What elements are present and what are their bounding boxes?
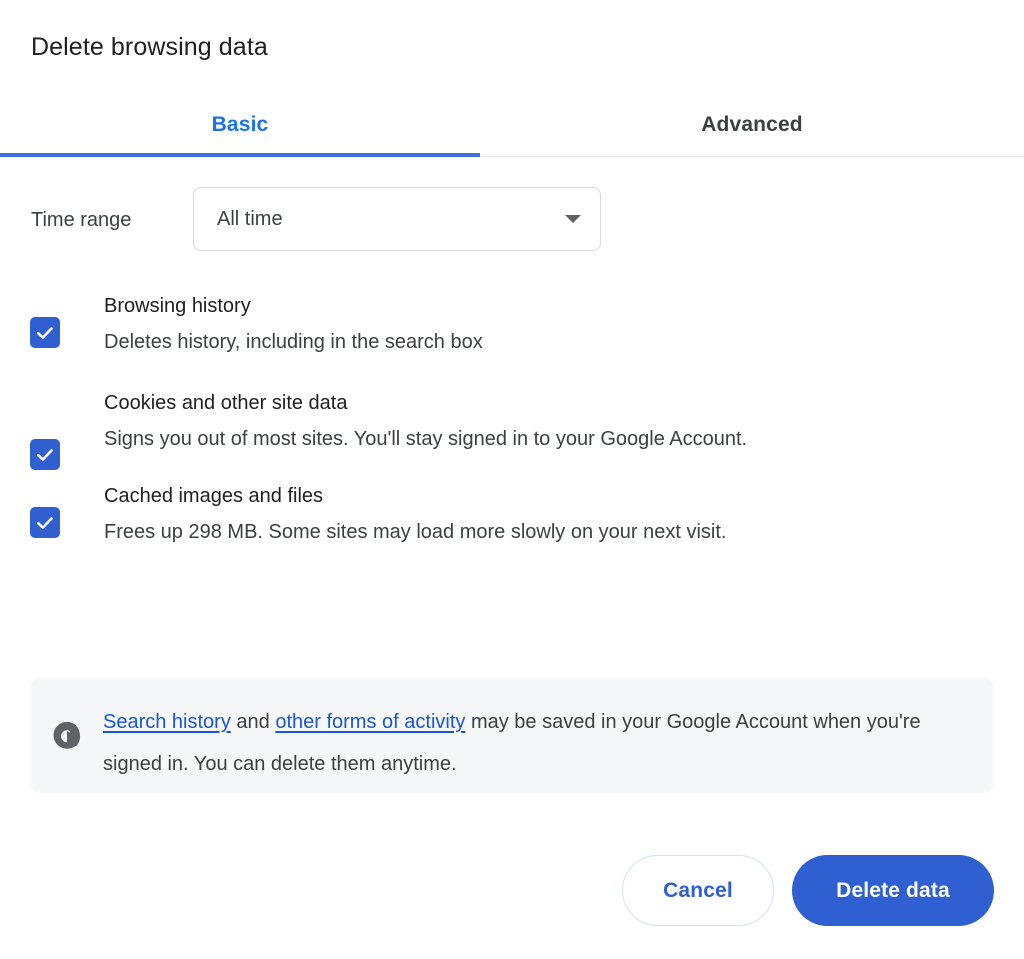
option-description: Frees up 298 MB. Some sites may load mor…	[104, 512, 964, 553]
time-range-row: Time range All time	[31, 187, 601, 252]
option-title: Browsing history	[104, 290, 994, 322]
page-title: Delete browsing data	[31, 30, 268, 64]
dialog-footer: Cancel Delete data	[0, 855, 1024, 935]
time-range-select[interactable]: All time	[193, 187, 601, 251]
option-description: Signs you out of most sites. You'll stay…	[104, 419, 904, 460]
option-title: Cookies and other site data	[104, 387, 994, 419]
tab-basic[interactable]: Basic	[0, 94, 480, 156]
tabstrip: Basic Advanced	[0, 94, 1024, 157]
infobox-mid-text: and	[231, 711, 275, 733]
tab-active-indicator	[0, 153, 480, 157]
infobox-text: Search history and other forms of activi…	[103, 701, 973, 785]
google-g-icon	[50, 719, 84, 753]
option-title: Cached images and files	[104, 480, 994, 512]
option-description: Deletes history, including in the search…	[104, 322, 964, 363]
tab-advanced[interactable]: Advanced	[480, 94, 1024, 156]
google-account-infobox: Search history and other forms of activi…	[31, 678, 993, 793]
options-list: Browsing history Deletes history, includ…	[0, 290, 1024, 573]
delete-browsing-data-dialog: Delete browsing data Basic Advanced Time…	[0, 0, 1024, 959]
checkbox-cached-images-files[interactable]	[30, 507, 60, 538]
time-range-selected-value: All time	[217, 206, 283, 232]
delete-data-button[interactable]: Delete data	[792, 855, 994, 926]
checkbox-browsing-history[interactable]	[30, 317, 60, 348]
other-forms-of-activity-link[interactable]: other forms of activity	[275, 711, 465, 733]
search-history-link[interactable]: Search history	[103, 711, 231, 733]
option-browsing-history: Browsing history Deletes history, includ…	[0, 290, 1024, 363]
chevron-down-icon	[565, 215, 581, 223]
time-range-label: Time range	[31, 207, 131, 233]
option-cached-images-files: Cached images and files Frees up 298 MB.…	[0, 480, 1024, 553]
cancel-button[interactable]: Cancel	[622, 855, 774, 926]
option-cookies-site-data: Cookies and other site data Signs you ou…	[0, 387, 1024, 460]
checkbox-cookies-site-data[interactable]	[30, 439, 60, 470]
